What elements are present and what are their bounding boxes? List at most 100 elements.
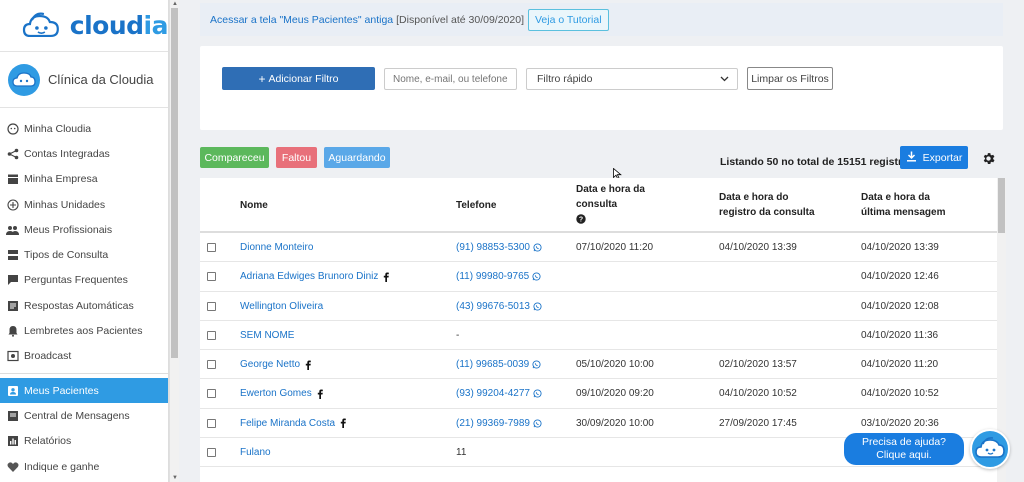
appointment-date: 05/10/2020 10:00 (576, 359, 654, 371)
tutorial-button[interactable]: Veja o Tutorial (527, 8, 609, 31)
sidebar-item-indique-e-ganhe[interactable]: Indique e ganhe (0, 454, 168, 479)
header-last-message[interactable]: Data e hora da última mensagem (861, 190, 945, 220)
sidebar-item-central-mensagens[interactable]: Central de Mensagens (0, 403, 168, 428)
row-checkbox[interactable] (207, 360, 216, 370)
sidebar-item-relatorios[interactable]: Relatórios (0, 429, 168, 454)
table-row[interactable]: Ewerton Gomes (93) 99204-4277 09/10/2020 0… (200, 379, 997, 409)
row-checkbox[interactable] (207, 418, 216, 428)
whatsapp-icon[interactable] (533, 389, 542, 399)
logo[interactable]: cloudia (0, 0, 168, 52)
patient-name-link[interactable]: Dionne Monteiro (240, 242, 313, 253)
header-last-message-line2: última mensagem (861, 207, 946, 218)
clinic-avatar (8, 63, 40, 96)
sidebar-item-minha-empresa[interactable]: Minha Empresa (0, 167, 168, 192)
list-icon (6, 249, 19, 262)
scrollbar-thumb[interactable] (171, 8, 178, 358)
header-registered-line1: Data e hora do (719, 192, 789, 203)
sidebar-item-minhas-unidades[interactable]: Minhas Unidades (0, 192, 168, 217)
cloudia-face-icon (975, 437, 1005, 458)
scrollbar-thumb[interactable] (998, 178, 1005, 233)
sidebar-item-respostas-automaticas[interactable]: Respostas Automáticas (0, 293, 168, 318)
sidebar-item-label: Indique e ganhe (24, 460, 100, 473)
chevron-down-icon (720, 76, 729, 82)
search-input[interactable] (384, 68, 517, 90)
sidebar-item-broadcast[interactable]: Broadcast (0, 344, 168, 369)
sidebar-item-tipos-de-consulta[interactable]: Tipos de Consulta (0, 242, 168, 267)
table-row[interactable]: Wellington Oliveira (43) 99676-5013 04/10/… (200, 291, 997, 321)
export-label: Exportar (922, 151, 963, 164)
table-row[interactable]: Adriana Edwiges Brunoro Diniz (11) 99980-… (200, 262, 997, 292)
table-row[interactable]: Dionne Monteiro (91) 98853-5300 07/10/2020… (200, 233, 997, 263)
contact-card-icon (6, 384, 19, 397)
whatsapp-icon[interactable] (533, 302, 542, 311)
row-checkbox[interactable] (207, 301, 216, 311)
table-row[interactable]: George Netto (11) 99685-0039 05/10/2020 10… (200, 350, 997, 380)
patient-name-link[interactable]: Felipe Miranda Costa (240, 418, 335, 429)
facebook-icon[interactable] (383, 272, 390, 282)
patient-phone[interactable]: (11) 99980-9765 (456, 271, 529, 282)
compareceu-button[interactable]: Compareceu (200, 147, 269, 168)
gear-icon[interactable] (981, 151, 996, 166)
patient-name-link[interactable]: Ewerton Gomes (240, 388, 312, 399)
faltou-button[interactable]: Faltou (276, 147, 317, 168)
patient-phone[interactable]: (91) 98853-5300 (456, 242, 530, 253)
header-registered[interactable]: Data e hora do registro da consulta (719, 190, 815, 220)
sidebar-item-label: Meus Pacientes (24, 384, 99, 397)
row-checkbox[interactable] (207, 389, 216, 399)
legacy-page-link[interactable]: Acessar a tela "Meus Pacientes" antiga (210, 14, 393, 26)
row-checkbox[interactable] (207, 243, 216, 252)
appointment-date: 09/10/2020 09:20 (576, 388, 654, 400)
help-avatar[interactable] (970, 429, 1010, 469)
facebook-icon[interactable] (305, 360, 311, 370)
facebook-icon[interactable] (317, 389, 323, 399)
row-checkbox[interactable] (207, 272, 216, 282)
last-message-date: 04/10/2020 12:08 (861, 300, 939, 312)
help-bubble[interactable]: Precisa de ajuda? Clique aqui. (844, 433, 964, 465)
listing-count: Listando 50 no total de 15151 registros (720, 156, 915, 168)
sidebar-item-minha-cloudia[interactable]: Minha Cloudia (0, 116, 168, 141)
header-phone[interactable]: Telefone (456, 198, 496, 213)
clear-filters-button[interactable]: Limpar os Filtros (747, 67, 833, 90)
heart-icon (6, 460, 19, 473)
patient-name-cell: Adriana Edwiges Brunoro Diniz (240, 262, 390, 291)
header-appointment[interactable]: Data e hora da consulta ? (576, 182, 645, 229)
patient-phone[interactable]: (43) 99676-5013 (456, 301, 530, 312)
add-filter-button[interactable]: + Adicionar Filtro (222, 67, 375, 90)
whatsapp-icon[interactable] (533, 243, 542, 252)
table-row[interactable]: SEM NOME - 04/10/2020 11:36 (200, 321, 997, 351)
patient-phone[interactable]: (21) 99369-7989 (456, 418, 530, 429)
export-button[interactable]: Exportar (900, 146, 968, 169)
registered-date: 02/10/2020 13:57 (719, 359, 797, 371)
sidebar-item-lembretes[interactable]: Lembretes aos Pacientes (0, 318, 168, 343)
scroll-up-arrow-icon[interactable]: ▲ (170, 0, 180, 8)
patient-name-link[interactable]: George Netto (240, 359, 300, 370)
sidebar-scrollbar[interactable]: ▲ ▼ (169, 0, 179, 482)
scroll-down-arrow-icon[interactable]: ▼ (170, 474, 180, 482)
facebook-icon[interactable] (340, 418, 346, 429)
patient-phone-cell: (93) 99204-4277 (456, 379, 542, 408)
row-checkbox[interactable] (207, 448, 216, 458)
patient-name-link[interactable]: SEM NOME (240, 330, 294, 341)
row-checkbox[interactable] (207, 330, 216, 340)
message-icon (6, 299, 19, 312)
clinic-profile[interactable]: Clínica da Cloudia (0, 52, 168, 108)
whatsapp-icon[interactable] (533, 419, 542, 428)
quick-filter-select[interactable]: Filtro rápido (526, 68, 738, 90)
sidebar-item-meus-profissionais[interactable]: Meus Profissionais (0, 217, 168, 242)
whatsapp-icon[interactable] (532, 272, 541, 281)
help-icon[interactable]: ? (576, 214, 586, 224)
header-name[interactable]: Nome (240, 198, 268, 213)
aguardando-button[interactable]: Aguardando (324, 147, 390, 168)
sidebar-item-meus-pacientes[interactable]: Meus Pacientes (0, 377, 168, 404)
bell-icon (6, 325, 19, 338)
sidebar-item-perguntas-frequentes[interactable]: Perguntas Frequentes (0, 268, 168, 293)
sidebar-item-contas-integradas[interactable]: Contas Integradas (0, 141, 168, 166)
patient-phone[interactable]: (11) 99685-0039 (456, 359, 529, 370)
patient-name-link[interactable]: Adriana Edwiges Brunoro Diniz (240, 271, 378, 282)
svg-text:?: ? (579, 217, 583, 224)
sidebar: cloudia Clínica da Cloudia Minha Cloudia… (0, 0, 169, 482)
patient-phone[interactable]: (93) 99204-4277 (456, 388, 530, 399)
patient-name-link[interactable]: Fulano (240, 447, 271, 458)
patient-name-link[interactable]: Wellington Oliveira (240, 301, 323, 312)
whatsapp-icon[interactable] (532, 360, 541, 369)
